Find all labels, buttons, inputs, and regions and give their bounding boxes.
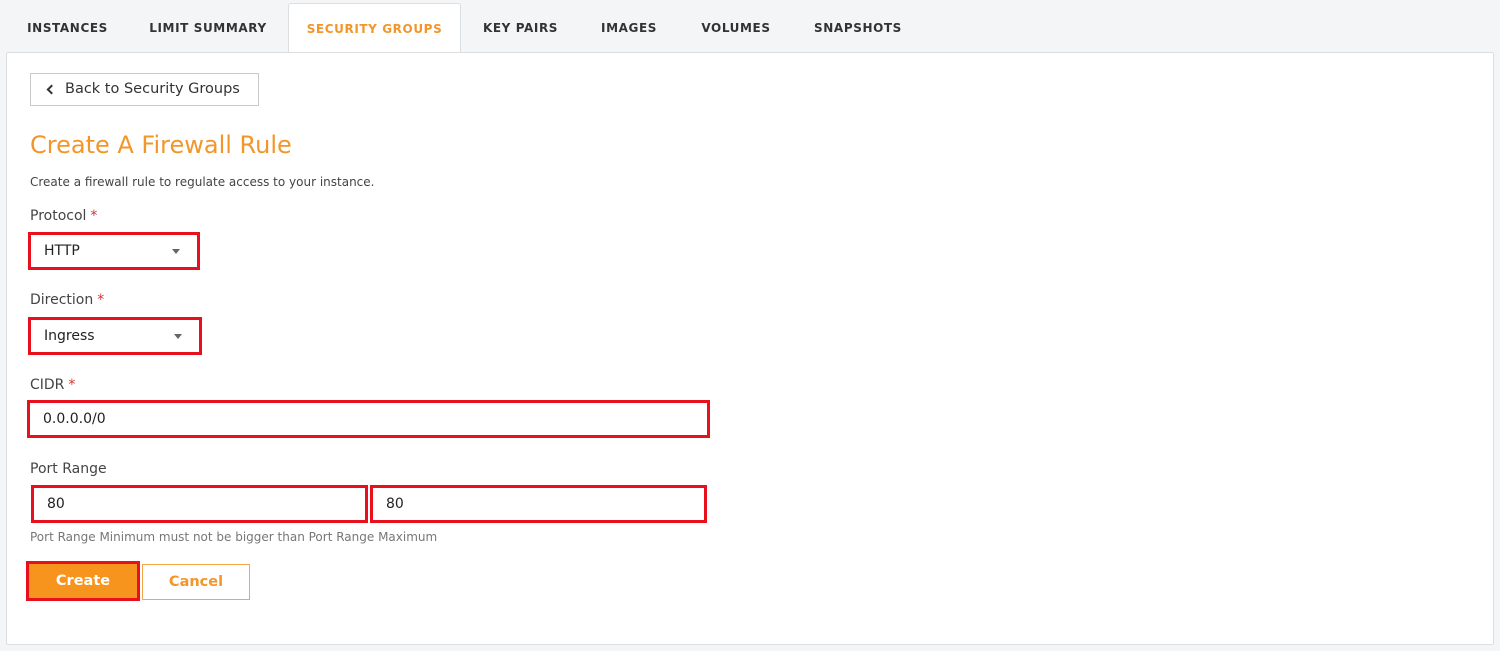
protocol-select-value: HTTP: [44, 243, 80, 259]
tab-images[interactable]: IMAGES: [586, 0, 672, 52]
direction-select[interactable]: Ingress: [28, 317, 202, 355]
tab-bar: INSTANCES LIMIT SUMMARY SECURITY GROUPS …: [0, 0, 1500, 53]
tab-key-pairs[interactable]: KEY PAIRS: [467, 0, 574, 52]
port-range-label: Port Range: [30, 461, 107, 477]
required-marker: *: [97, 292, 105, 308]
cidr-label-text: CIDR: [30, 377, 65, 393]
tab-limit-summary[interactable]: LIMIT SUMMARY: [134, 0, 282, 52]
port-range-max-value: 80: [386, 496, 404, 512]
direction-label: Direction *: [30, 292, 104, 308]
cidr-input-value: 0.0.0.0/0: [43, 411, 106, 427]
port-range-min-input[interactable]: 80: [31, 485, 368, 523]
protocol-select[interactable]: HTTP: [28, 232, 200, 270]
port-range-hint: Port Range Minimum must not be bigger th…: [30, 530, 438, 544]
tab-security-groups[interactable]: SECURITY GROUPS: [288, 3, 461, 53]
tab-volumes[interactable]: VOLUMES: [686, 0, 786, 52]
back-to-security-groups-button[interactable]: Back to Security Groups: [30, 73, 259, 106]
back-button-label: Back to Security Groups: [65, 81, 240, 97]
tab-snapshots[interactable]: SNAPSHOTS: [799, 0, 917, 52]
required-marker: *: [68, 377, 76, 393]
create-button[interactable]: Create: [26, 561, 140, 601]
chevron-left-icon: [46, 84, 57, 95]
cidr-label: CIDR *: [30, 377, 75, 393]
page-description: Create a firewall rule to regulate acces…: [30, 175, 375, 189]
direction-label-text: Direction: [30, 292, 94, 308]
direction-select-value: Ingress: [44, 328, 95, 344]
port-range-max-input[interactable]: 80: [370, 485, 707, 523]
cancel-button[interactable]: Cancel: [142, 564, 250, 600]
protocol-label: Protocol *: [30, 208, 97, 224]
caret-down-icon: [174, 334, 182, 339]
protocol-label-text: Protocol: [30, 208, 87, 224]
firewall-rule-panel: Back to Security Groups Create A Firewal…: [6, 52, 1494, 645]
port-range-min-value: 80: [47, 496, 65, 512]
required-marker: *: [90, 208, 98, 224]
caret-down-icon: [172, 249, 180, 254]
tab-instances[interactable]: INSTANCES: [10, 0, 125, 52]
cidr-input[interactable]: 0.0.0.0/0: [27, 400, 710, 438]
page-title: Create A Firewall Rule: [30, 131, 292, 159]
